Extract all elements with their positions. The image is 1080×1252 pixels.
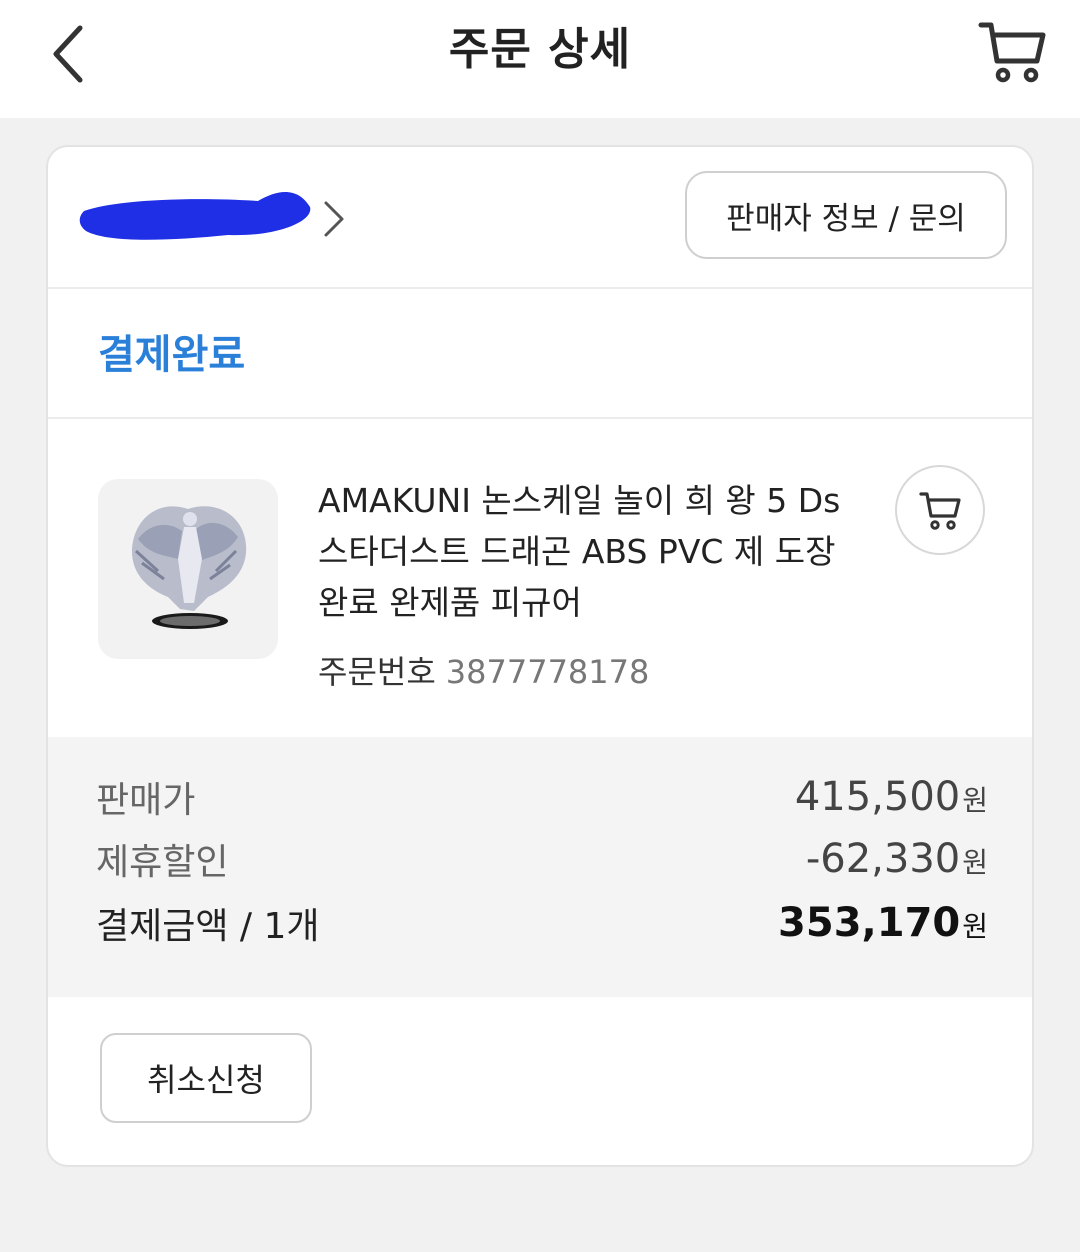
order-card: 판매자 정보 / 문의 결제완료 AMAKUNI 논스케일 놀이 희 왕 5 D…: [46, 145, 1034, 1167]
discount-label: 제휴할인: [96, 842, 229, 883]
total-value: 353,170원: [778, 900, 988, 946]
cancel-request-button[interactable]: 취소신청: [100, 1033, 312, 1123]
chevron-right-icon: [324, 201, 344, 237]
order-status-label: 결제완료: [98, 332, 246, 378]
add-to-cart-button[interactable]: [895, 465, 985, 555]
cart-button[interactable]: [972, 12, 1052, 92]
dragon-figure-image: [131, 506, 247, 629]
product-row[interactable]: AMAKUNI 논스케일 놀이 희 왕 5 Ds 스타더스트 드래곤 ABS P…: [48, 419, 1032, 737]
redaction-scribble: [79, 191, 311, 240]
total-row: 결제금액 / 1개 353,170원: [96, 895, 988, 951]
top-app-bar: 주문 상세: [0, 0, 1080, 118]
sale-price-label: 판매가: [96, 780, 196, 821]
sale-price-row: 판매가 415,500원: [96, 769, 988, 825]
seller-info-inquiry-button[interactable]: 판매자 정보 / 문의: [685, 171, 1007, 259]
cart-icon: [978, 22, 1046, 83]
cart-icon: [919, 492, 961, 530]
product-thumbnail[interactable]: [98, 479, 278, 659]
discount-value: -62,330원: [805, 836, 988, 882]
order-status-row: 결제완료: [48, 289, 1032, 419]
price-summary: 판매가 415,500원 제휴할인 -62,330원 결제금액 / 1개 353…: [48, 737, 1032, 997]
seller-chevron[interactable]: [316, 197, 352, 241]
product-title[interactable]: AMAKUNI 논스케일 놀이 희 왕 5 Ds 스타더스트 드래곤 ABS P…: [318, 475, 858, 628]
order-number-label: 주문번호: [318, 653, 436, 691]
discount-row: 제휴할인 -62,330원: [96, 831, 988, 887]
order-number-value: 3877778178: [445, 653, 650, 691]
order-number-row: 주문번호 3877778178: [318, 647, 649, 697]
sale-price-value: 415,500원: [794, 774, 988, 820]
seller-row: 판매자 정보 / 문의: [48, 147, 1032, 289]
page-title: 주문 상세: [448, 24, 632, 75]
total-label: 결제금액 / 1개: [96, 906, 320, 947]
